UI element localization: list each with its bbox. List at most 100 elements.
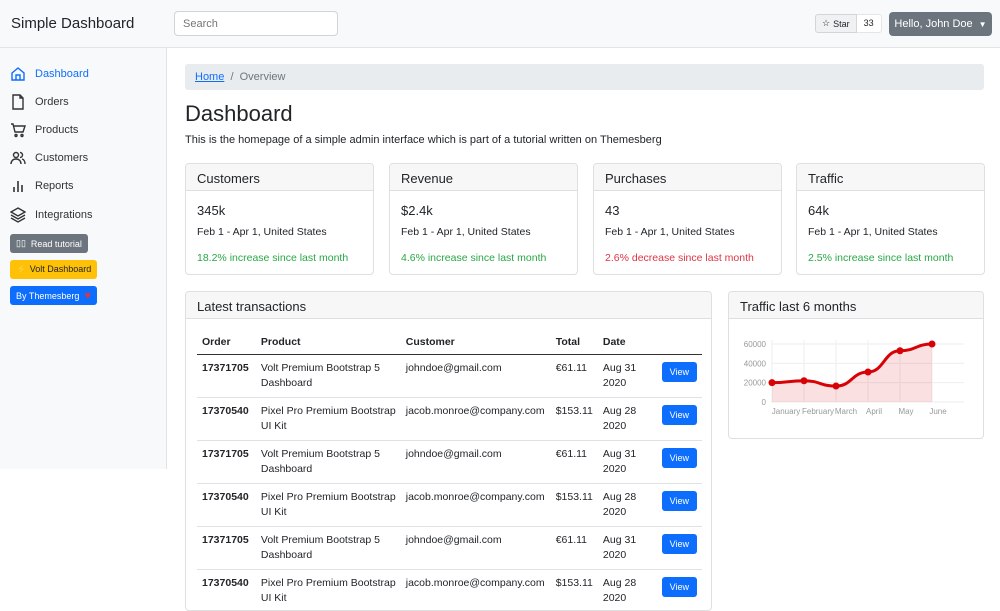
view-button[interactable]: View xyxy=(662,405,697,425)
stat-change: 2.6% decrease since last month xyxy=(605,252,754,264)
area-fill xyxy=(772,344,932,402)
stat-period: Feb 1 - Apr 1, United States xyxy=(401,226,531,238)
x-tick-label: February xyxy=(802,407,834,416)
book-icon: ▯▯ xyxy=(16,238,26,249)
data-point xyxy=(865,369,872,376)
stat-period: Feb 1 - Apr 1, United States xyxy=(197,226,327,238)
cell-date: Aug 31 2020 xyxy=(598,527,657,570)
column-header: Customer xyxy=(401,330,551,355)
stat-change: 18.2% increase since last month xyxy=(197,252,348,264)
x-tick-label: March xyxy=(835,407,857,416)
users-icon xyxy=(10,150,26,166)
cell-total: €61.11 xyxy=(551,355,598,398)
stat-card-traffic: Traffic 64k Feb 1 - Apr 1, United States… xyxy=(796,163,985,275)
stat-change: 4.6% increase since last month xyxy=(401,252,546,264)
cell-date: Aug 31 2020 xyxy=(598,355,657,398)
x-tick-label: May xyxy=(898,407,913,416)
traffic-chart-card: Traffic last 6 months 0200004000060000Ja… xyxy=(728,291,984,439)
breadcrumb-current: Overview xyxy=(240,71,286,83)
star-icon: ☆ xyxy=(822,18,830,29)
data-point xyxy=(833,383,840,390)
y-tick-label: 60000 xyxy=(744,340,767,349)
cell-date: Aug 28 2020 xyxy=(598,398,657,441)
sidebar-item-dashboard[interactable]: Dashboard xyxy=(10,66,89,82)
view-button[interactable]: View xyxy=(662,491,697,511)
data-point xyxy=(801,377,808,384)
caret-down-icon: ▼ xyxy=(979,20,987,29)
cell-total: $153.11 xyxy=(551,484,598,527)
cell-order: 17370540 xyxy=(197,398,256,441)
y-tick-label: 20000 xyxy=(744,379,767,388)
stat-value: 345k xyxy=(197,203,225,218)
bar-chart-icon xyxy=(10,178,26,194)
view-button[interactable]: View xyxy=(662,577,697,597)
cell-customer: johndoe@gmail.com xyxy=(401,355,551,398)
brand[interactable]: Simple Dashboard xyxy=(11,15,134,32)
navbar: Simple Dashboard ☆Star 33 Hello, John Do… xyxy=(0,0,1000,48)
data-point xyxy=(929,341,936,348)
column-header: Product xyxy=(256,330,401,355)
cell-total: €61.11 xyxy=(551,441,598,484)
sidebar-item-reports[interactable]: Reports xyxy=(10,178,74,194)
table-row: 17370540Pixel Pro Premium Bootstrap UI K… xyxy=(197,398,702,441)
transactions-title: Latest transactions xyxy=(186,292,711,319)
cell-product: Pixel Pro Premium Bootstrap UI Kit xyxy=(256,398,401,441)
cell-order: 17370540 xyxy=(197,484,256,527)
layers-icon xyxy=(10,207,26,223)
cell-product: Volt Premium Bootstrap 5 Dashboard xyxy=(256,441,401,484)
cell-product: Volt Premium Bootstrap 5 Dashboard xyxy=(256,355,401,398)
column-header: Date xyxy=(598,330,657,355)
search-input[interactable] xyxy=(174,11,338,36)
breadcrumb-home[interactable]: Home xyxy=(195,71,224,83)
stat-card-revenue: Revenue $2.4k Feb 1 - Apr 1, United Stat… xyxy=(389,163,578,275)
stat-value: 64k xyxy=(808,203,829,218)
x-tick-label: January xyxy=(772,407,800,416)
cell-total: $153.11 xyxy=(551,398,598,441)
view-button[interactable]: View xyxy=(662,534,697,554)
stat-title: Traffic xyxy=(797,164,984,191)
star-button[interactable]: ☆Star xyxy=(815,14,857,33)
sidebar-item-products[interactable]: Products xyxy=(10,122,78,138)
stat-value: 43 xyxy=(605,203,619,218)
cell-customer: jacob.monroe@company.com xyxy=(401,484,551,527)
table-row: 17371705Volt Premium Bootstrap 5 Dashboa… xyxy=(197,527,702,570)
breadcrumb: Home / Overview xyxy=(185,64,984,90)
stat-period: Feb 1 - Apr 1, United States xyxy=(808,226,938,238)
sidebar: Dashboard Orders Products Customers Repo… xyxy=(0,48,167,469)
cell-order: 17370540 xyxy=(197,570,256,611)
y-tick-label: 40000 xyxy=(744,359,767,368)
themesberg-badge[interactable]: By Themesberg♥ xyxy=(10,286,97,305)
cell-product: Pixel Pro Premium Bootstrap UI Kit xyxy=(256,484,401,527)
stat-value: $2.4k xyxy=(401,203,433,218)
cell-customer: jacob.monroe@company.com xyxy=(401,570,551,611)
user-menu-button[interactable]: Hello, John Doe▼ xyxy=(889,12,992,36)
cell-order: 17371705 xyxy=(197,527,256,570)
view-button[interactable]: View xyxy=(662,362,697,382)
read-tutorial-badge[interactable]: ▯▯Read tutorial xyxy=(10,234,88,253)
table-row: 17370540Pixel Pro Premium Bootstrap UI K… xyxy=(197,484,702,527)
home-icon xyxy=(10,66,26,82)
github-star[interactable]: ☆Star 33 xyxy=(815,14,882,33)
cell-product: Pixel Pro Premium Bootstrap UI Kit xyxy=(256,570,401,611)
x-tick-label: April xyxy=(866,407,882,416)
stat-change: 2.5% increase since last month xyxy=(808,252,953,264)
sidebar-item-customers[interactable]: Customers xyxy=(10,150,88,166)
cell-date: Aug 28 2020 xyxy=(598,570,657,611)
cell-total: $153.11 xyxy=(551,570,598,611)
stat-card-customers: Customers 345k Feb 1 - Apr 1, United Sta… xyxy=(185,163,374,275)
heart-icon: ♥ xyxy=(84,290,91,302)
cell-customer: johndoe@gmail.com xyxy=(401,441,551,484)
y-tick-label: 0 xyxy=(762,398,767,407)
cell-date: Aug 28 2020 xyxy=(598,484,657,527)
sidebar-item-orders[interactable]: Orders xyxy=(10,94,69,110)
stat-card-purchases: Purchases 43 Feb 1 - Apr 1, United State… xyxy=(593,163,782,275)
volt-dashboard-badge[interactable]: ⚡ Volt Dashboard xyxy=(10,260,97,279)
cell-order: 17371705 xyxy=(197,441,256,484)
stat-title: Purchases xyxy=(594,164,781,191)
page-lead: This is the homepage of a simple admin i… xyxy=(185,134,662,146)
view-button[interactable]: View xyxy=(662,448,697,468)
cell-product: Volt Premium Bootstrap 5 Dashboard xyxy=(256,527,401,570)
file-icon xyxy=(10,94,26,110)
data-point xyxy=(897,347,904,354)
sidebar-item-integrations[interactable]: Integrations xyxy=(10,207,92,223)
